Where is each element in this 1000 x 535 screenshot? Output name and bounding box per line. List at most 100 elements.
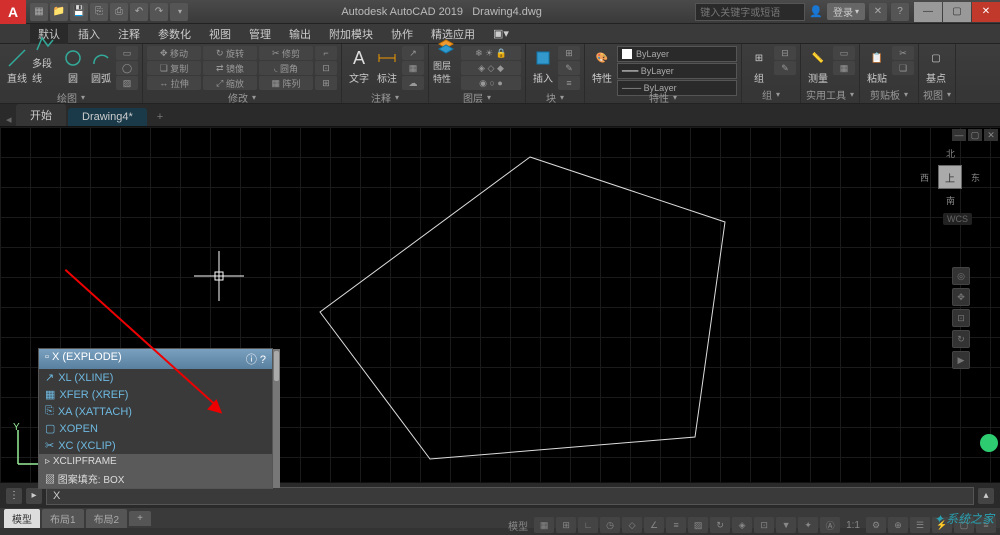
annotation-monitor-icon[interactable]: ⊕: [888, 517, 908, 533]
scale-button[interactable]: ⤢ 缩放: [203, 76, 257, 90]
autocomplete-sysvar[interactable]: ▹ XCLIPFRAME: [39, 454, 272, 469]
transparency-icon[interactable]: ▨: [688, 517, 708, 533]
move-button[interactable]: ✥ 移动: [147, 46, 201, 60]
viewcube-south[interactable]: 南: [946, 194, 955, 207]
qat-saveas-icon[interactable]: ⎘: [90, 3, 108, 21]
layer-match-icon[interactable]: ◈ ◇ ◆: [461, 61, 521, 75]
snap-toggle-icon[interactable]: ⊞: [556, 517, 576, 533]
workspace-icon[interactable]: ⚙: [866, 517, 886, 533]
insert-button[interactable]: 插入: [530, 46, 556, 86]
stretch-button[interactable]: ↔ 拉伸: [147, 76, 201, 90]
close-button[interactable]: ✕: [972, 2, 1000, 22]
calc-icon[interactable]: ▦: [833, 61, 855, 75]
modify-extra3-icon[interactable]: ⊞: [315, 76, 337, 90]
cut-icon[interactable]: ✂: [892, 46, 914, 60]
panel-block-label[interactable]: 块: [530, 90, 580, 104]
tab-parametric[interactable]: 参数化: [150, 24, 199, 44]
autocomplete-item[interactable]: ✂ XC (XCLIP): [39, 437, 272, 454]
panel-draw-label[interactable]: 绘图: [4, 90, 138, 104]
ellipse-icon[interactable]: ◯: [116, 61, 138, 75]
cmd-handle-icon[interactable]: ⋮: [6, 488, 22, 504]
pan-icon[interactable]: ✥: [952, 288, 970, 306]
tab-collab[interactable]: 协作: [383, 24, 421, 44]
viewcube-east[interactable]: 东: [971, 171, 980, 184]
cloud-icon[interactable]: ☁: [402, 76, 424, 90]
create-block-icon[interactable]: ⊞: [558, 46, 580, 60]
status-scale[interactable]: 1:1: [842, 520, 864, 531]
minimize-button[interactable]: —: [914, 2, 942, 22]
ungroup-icon[interactable]: ⊟: [774, 46, 796, 60]
tab-annotate[interactable]: 注释: [110, 24, 148, 44]
base-button[interactable]: ▢基点: [923, 46, 949, 86]
group-button[interactable]: ⊞组: [746, 46, 772, 86]
qat-more-icon[interactable]: [170, 3, 188, 21]
help-icon[interactable]: ?: [891, 3, 909, 21]
qat-plot-icon[interactable]: ⎙: [110, 3, 128, 21]
help-search-input[interactable]: 键入关键字或短语: [695, 3, 805, 21]
dyn-ucs-icon[interactable]: ⊡: [754, 517, 774, 533]
viewcube[interactable]: 北 南 西 东 上: [920, 147, 980, 207]
rotate-button[interactable]: ↻ 旋转: [203, 46, 257, 60]
autocomp-help-icon[interactable]: ⓘ: [246, 354, 257, 366]
fillet-button[interactable]: ◟ 圆角: [259, 61, 313, 75]
arc-button[interactable]: 圆弧: [88, 46, 114, 86]
mirror-button[interactable]: ⇄ 镜像: [203, 61, 257, 75]
dim-button[interactable]: 标注: [374, 46, 400, 86]
steering-wheel-icon[interactable]: ◎: [952, 267, 970, 285]
tab-new[interactable]: +: [149, 108, 171, 126]
tab-prev-icon[interactable]: ◂: [6, 113, 16, 126]
qat-open-icon[interactable]: 📁: [50, 3, 68, 21]
ortho-toggle-icon[interactable]: ∟: [578, 517, 598, 533]
viewcube-north[interactable]: 北: [946, 147, 955, 160]
wcs-label[interactable]: WCS: [943, 213, 972, 225]
text-button[interactable]: A文字: [346, 46, 372, 86]
panel-modify-label[interactable]: 修改: [147, 90, 337, 104]
color-dropdown[interactable]: ByLayer: [617, 46, 737, 62]
gizmo-icon[interactable]: ✦: [798, 517, 818, 533]
lineweight-dropdown[interactable]: ━━━ ByLayer: [617, 63, 737, 79]
qat-save-icon[interactable]: 💾: [70, 3, 88, 21]
command-input[interactable]: X: [46, 487, 974, 505]
zoom-extents-icon[interactable]: ⊡: [952, 309, 970, 327]
exchange-icon[interactable]: ✕: [869, 3, 887, 21]
panel-layers-label[interactable]: 图层: [433, 90, 521, 104]
cycling-icon[interactable]: ↻: [710, 517, 730, 533]
panel-annot-label[interactable]: 注释: [346, 90, 424, 104]
panel-group-label[interactable]: 组: [746, 87, 796, 101]
polyline-button[interactable]: 多段线: [32, 46, 58, 86]
status-model[interactable]: 模型: [504, 518, 532, 533]
qat-undo-icon[interactable]: ↶: [130, 3, 148, 21]
leader-icon[interactable]: ↗: [402, 46, 424, 60]
annotation-scale-icon[interactable]: Ⓐ: [820, 517, 840, 533]
tab-view[interactable]: 视图: [201, 24, 239, 44]
tab-layout2[interactable]: 布局2: [86, 509, 128, 528]
tab-output[interactable]: 输出: [281, 24, 319, 44]
autocomplete-item[interactable]: ⎘ XA (XATTACH): [39, 403, 272, 420]
selection-filter-icon[interactable]: ▼: [776, 517, 796, 533]
autocomplete-hatch[interactable]: ▨ 图案填充: BOX: [39, 469, 272, 488]
tab-drawing4[interactable]: Drawing4*: [68, 108, 147, 126]
layer-freeze-icon[interactable]: ❄ ☀ 🔒: [461, 46, 521, 60]
panel-clip-label[interactable]: 剪贴板: [864, 87, 914, 101]
tab-layout-add[interactable]: +: [129, 511, 151, 526]
layer-iso-icon[interactable]: ◉ ○ ●: [461, 76, 521, 90]
app-logo[interactable]: A: [0, 0, 26, 24]
panel-utils-label[interactable]: 实用工具: [805, 87, 855, 101]
paste-button[interactable]: 📋粘贴: [864, 46, 890, 86]
grid-toggle-icon[interactable]: ▦: [534, 517, 554, 533]
autocomplete-scrollbar[interactable]: [273, 349, 280, 488]
lwt-toggle-icon[interactable]: ≡: [666, 517, 686, 533]
edit-block-icon[interactable]: ✎: [558, 61, 580, 75]
maximize-button[interactable]: ▢: [943, 2, 971, 22]
showmotion-icon[interactable]: ▶: [952, 351, 970, 369]
isolate-icon[interactable]: ☰: [910, 517, 930, 533]
array-button[interactable]: ▦ 阵列: [259, 76, 313, 90]
autocomplete-item[interactable]: ▦ XFER (XREF): [39, 386, 272, 403]
circle-button[interactable]: 圆: [60, 46, 86, 86]
rect-icon[interactable]: ▭: [116, 46, 138, 60]
autocomp-help2-icon[interactable]: ?: [260, 354, 266, 366]
3dosnap-icon[interactable]: ◈: [732, 517, 752, 533]
tab-insert[interactable]: 插入: [70, 24, 108, 44]
tab-layout1[interactable]: 布局1: [42, 509, 84, 528]
attr-block-icon[interactable]: ≡: [558, 76, 580, 90]
